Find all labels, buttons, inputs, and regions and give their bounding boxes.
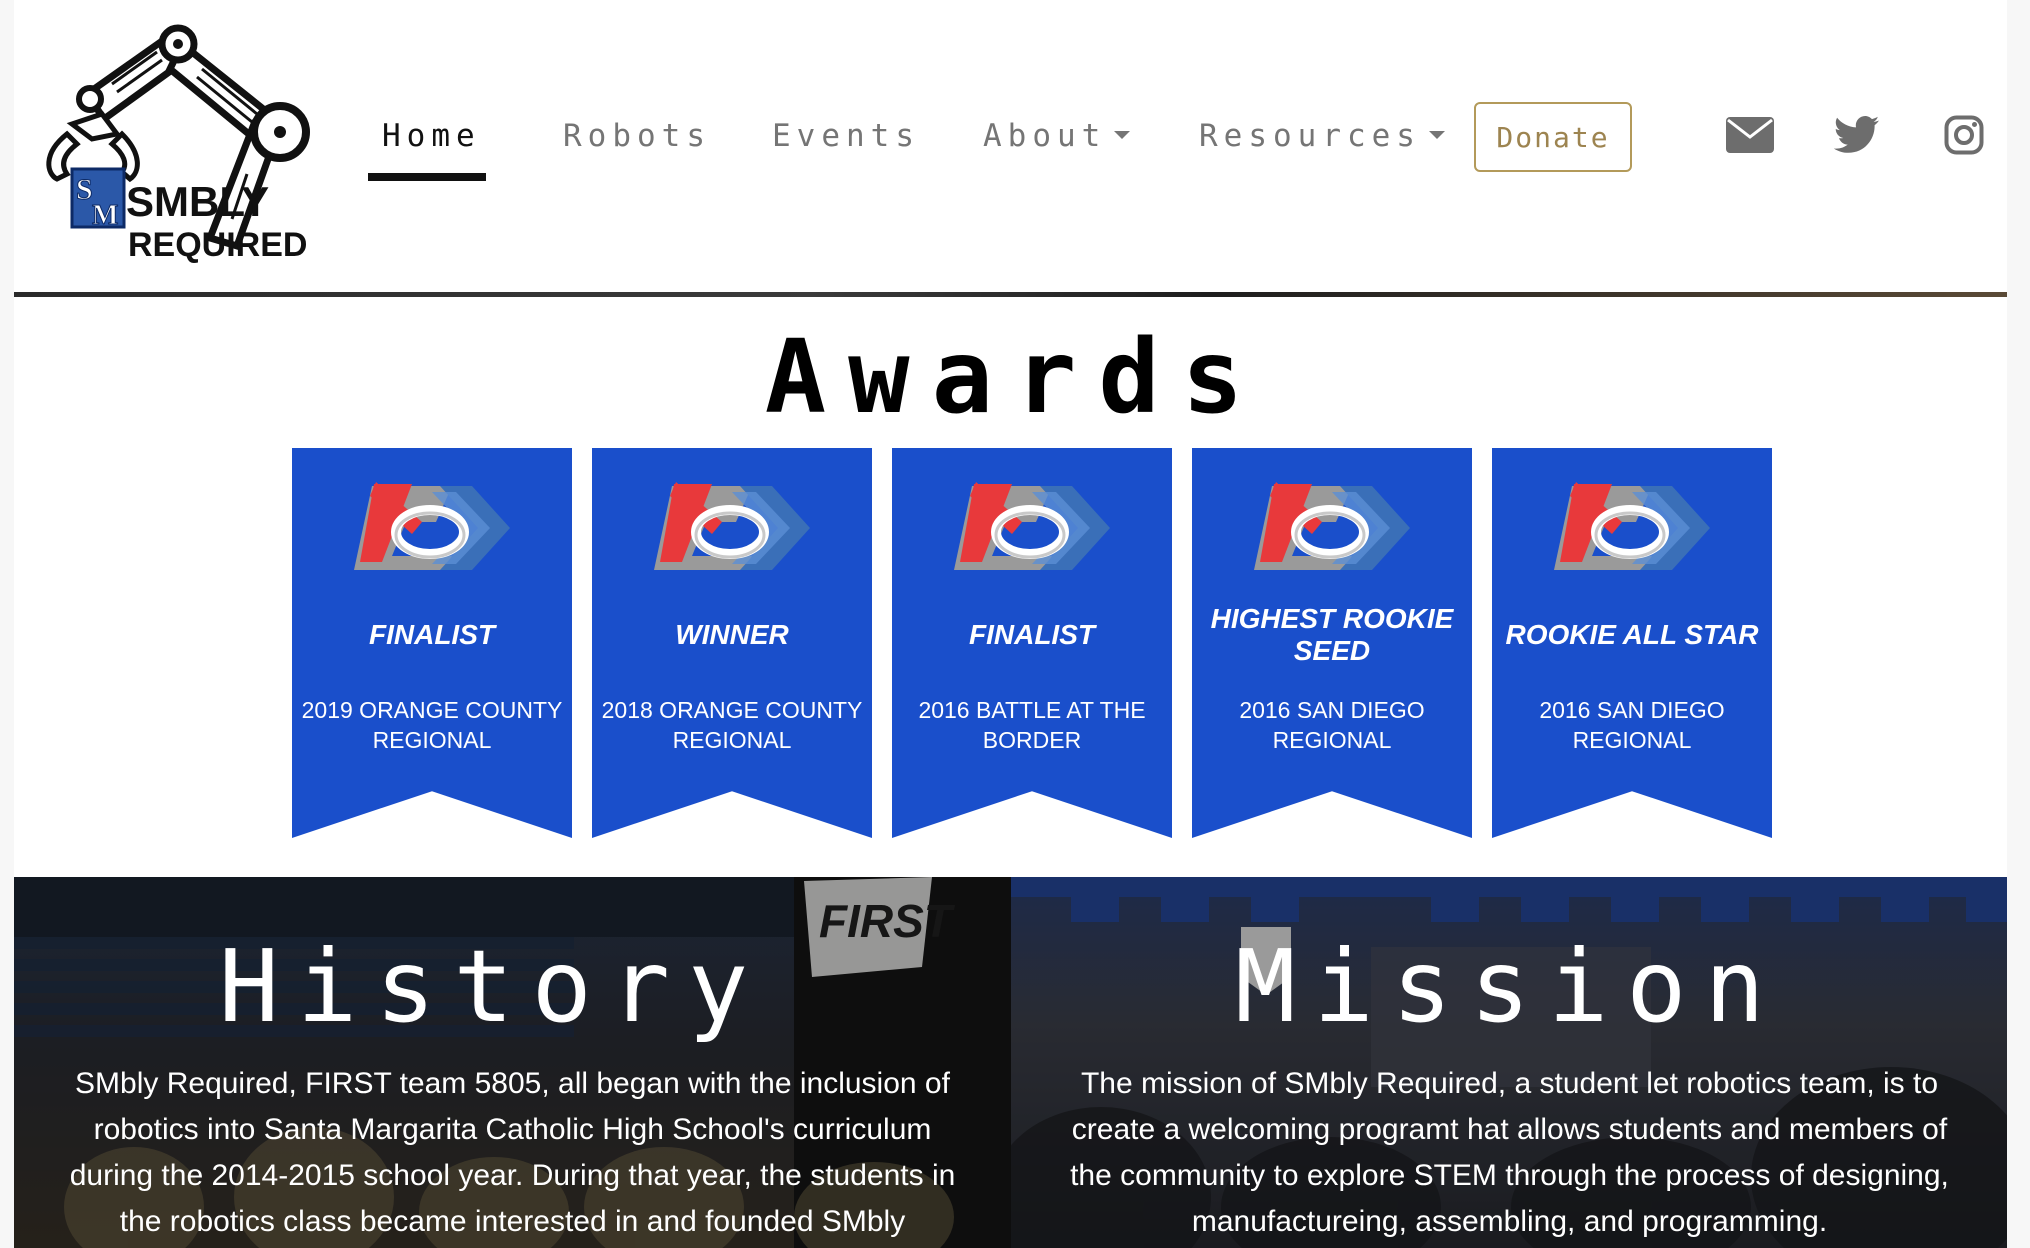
svg-text:REQUIRED: REQUIRED — [128, 226, 307, 264]
award-event: 2018 ORANGE COUNTY REGIONAL — [601, 697, 863, 753]
chevron-down-icon — [1114, 130, 1131, 139]
mission-text: The mission of SMbly Required, a student… — [1070, 1067, 1949, 1238]
nav-about-dropdown[interactable]: About — [983, 118, 1131, 162]
award-title: ROOKIE ALL STAR — [1505, 619, 1759, 650]
twitter-icon[interactable] — [1832, 110, 1882, 160]
instagram-icon[interactable] — [1939, 110, 1989, 160]
svg-text:M: M — [92, 200, 118, 231]
active-nav-underline — [368, 173, 486, 181]
award-banner: ROOKIE ALL STAR 2016 SAN DIEGO REGIONAL — [1492, 448, 1772, 838]
hero-image-strip — [14, 292, 2007, 297]
nav-about-label: About — [983, 118, 1107, 154]
first-logo-icon — [952, 482, 1110, 574]
nav-events-link[interactable]: Events — [772, 118, 920, 162]
history-heading: History — [218, 928, 767, 1045]
team-logo[interactable]: S M SMBLY REQUIRED — [32, 14, 332, 264]
awards-row: FINALIST 2019 ORANGE COUNTY REGIONAL WINNE… — [292, 448, 1786, 848]
svg-text:SMBLY: SMBLY — [126, 178, 269, 225]
first-logo-icon — [1252, 482, 1410, 574]
award-title: HIGHEST ROOKIE SEED — [1210, 603, 1454, 666]
history-panel: FIRST History SMbly Required, FIRST team… — [14, 877, 1011, 1248]
award-event: 2016 SAN DIEGO REGIONAL — [1539, 697, 1725, 753]
first-logo-icon — [1552, 482, 1710, 574]
page: S M SMBLY REQUIRED Home Robots Events Ab… — [14, 0, 2007, 1248]
nav-home-link[interactable]: Home — [382, 118, 481, 162]
award-banner: HIGHEST ROOKIE SEED 2016 SAN DIEGO REGION… — [1192, 448, 1472, 838]
award-title: WINNER — [675, 619, 789, 650]
awards-heading: Awards — [764, 318, 1266, 437]
award-event: 2016 SAN DIEGO REGIONAL — [1239, 697, 1425, 753]
award-title: FINALIST — [969, 619, 1095, 650]
chevron-down-icon — [1428, 130, 1445, 139]
award-banner: FINALIST 2016 BATTLE AT THE BORDER — [892, 448, 1172, 838]
nav-resources-label: Resources — [1199, 118, 1421, 154]
mission-panel: Mission The mission of SMbly Required, a… — [1011, 877, 2007, 1248]
donate-button[interactable]: Donate — [1474, 102, 1632, 172]
svg-text:S: S — [76, 173, 93, 206]
nav-robots-link[interactable]: Robots — [563, 118, 711, 162]
envelope-icon[interactable] — [1725, 110, 1775, 160]
award-banner: FINALIST 2019 ORANGE COUNTY REGIONAL — [292, 448, 572, 838]
first-logo-icon — [352, 482, 510, 574]
award-event: 2016 BATTLE AT THE BORDER — [918, 697, 1146, 753]
navbar: S M SMBLY REQUIRED Home Robots Events Ab… — [14, 0, 2007, 292]
award-title: FINALIST — [369, 619, 495, 650]
mission-heading: Mission — [1235, 928, 1783, 1045]
nav-resources-dropdown[interactable]: Resources — [1199, 118, 1445, 162]
award-banner: WINNER 2018 ORANGE COUNTY REGIONAL — [592, 448, 872, 838]
robot-arm-logo-icon: S M SMBLY REQUIRED — [46, 24, 310, 264]
history-text: SMbly Required, FIRST team 5805, all beg… — [69, 1067, 956, 1238]
first-logo-icon — [652, 482, 810, 574]
award-event: 2019 ORANGE COUNTY REGIONAL — [301, 697, 563, 753]
